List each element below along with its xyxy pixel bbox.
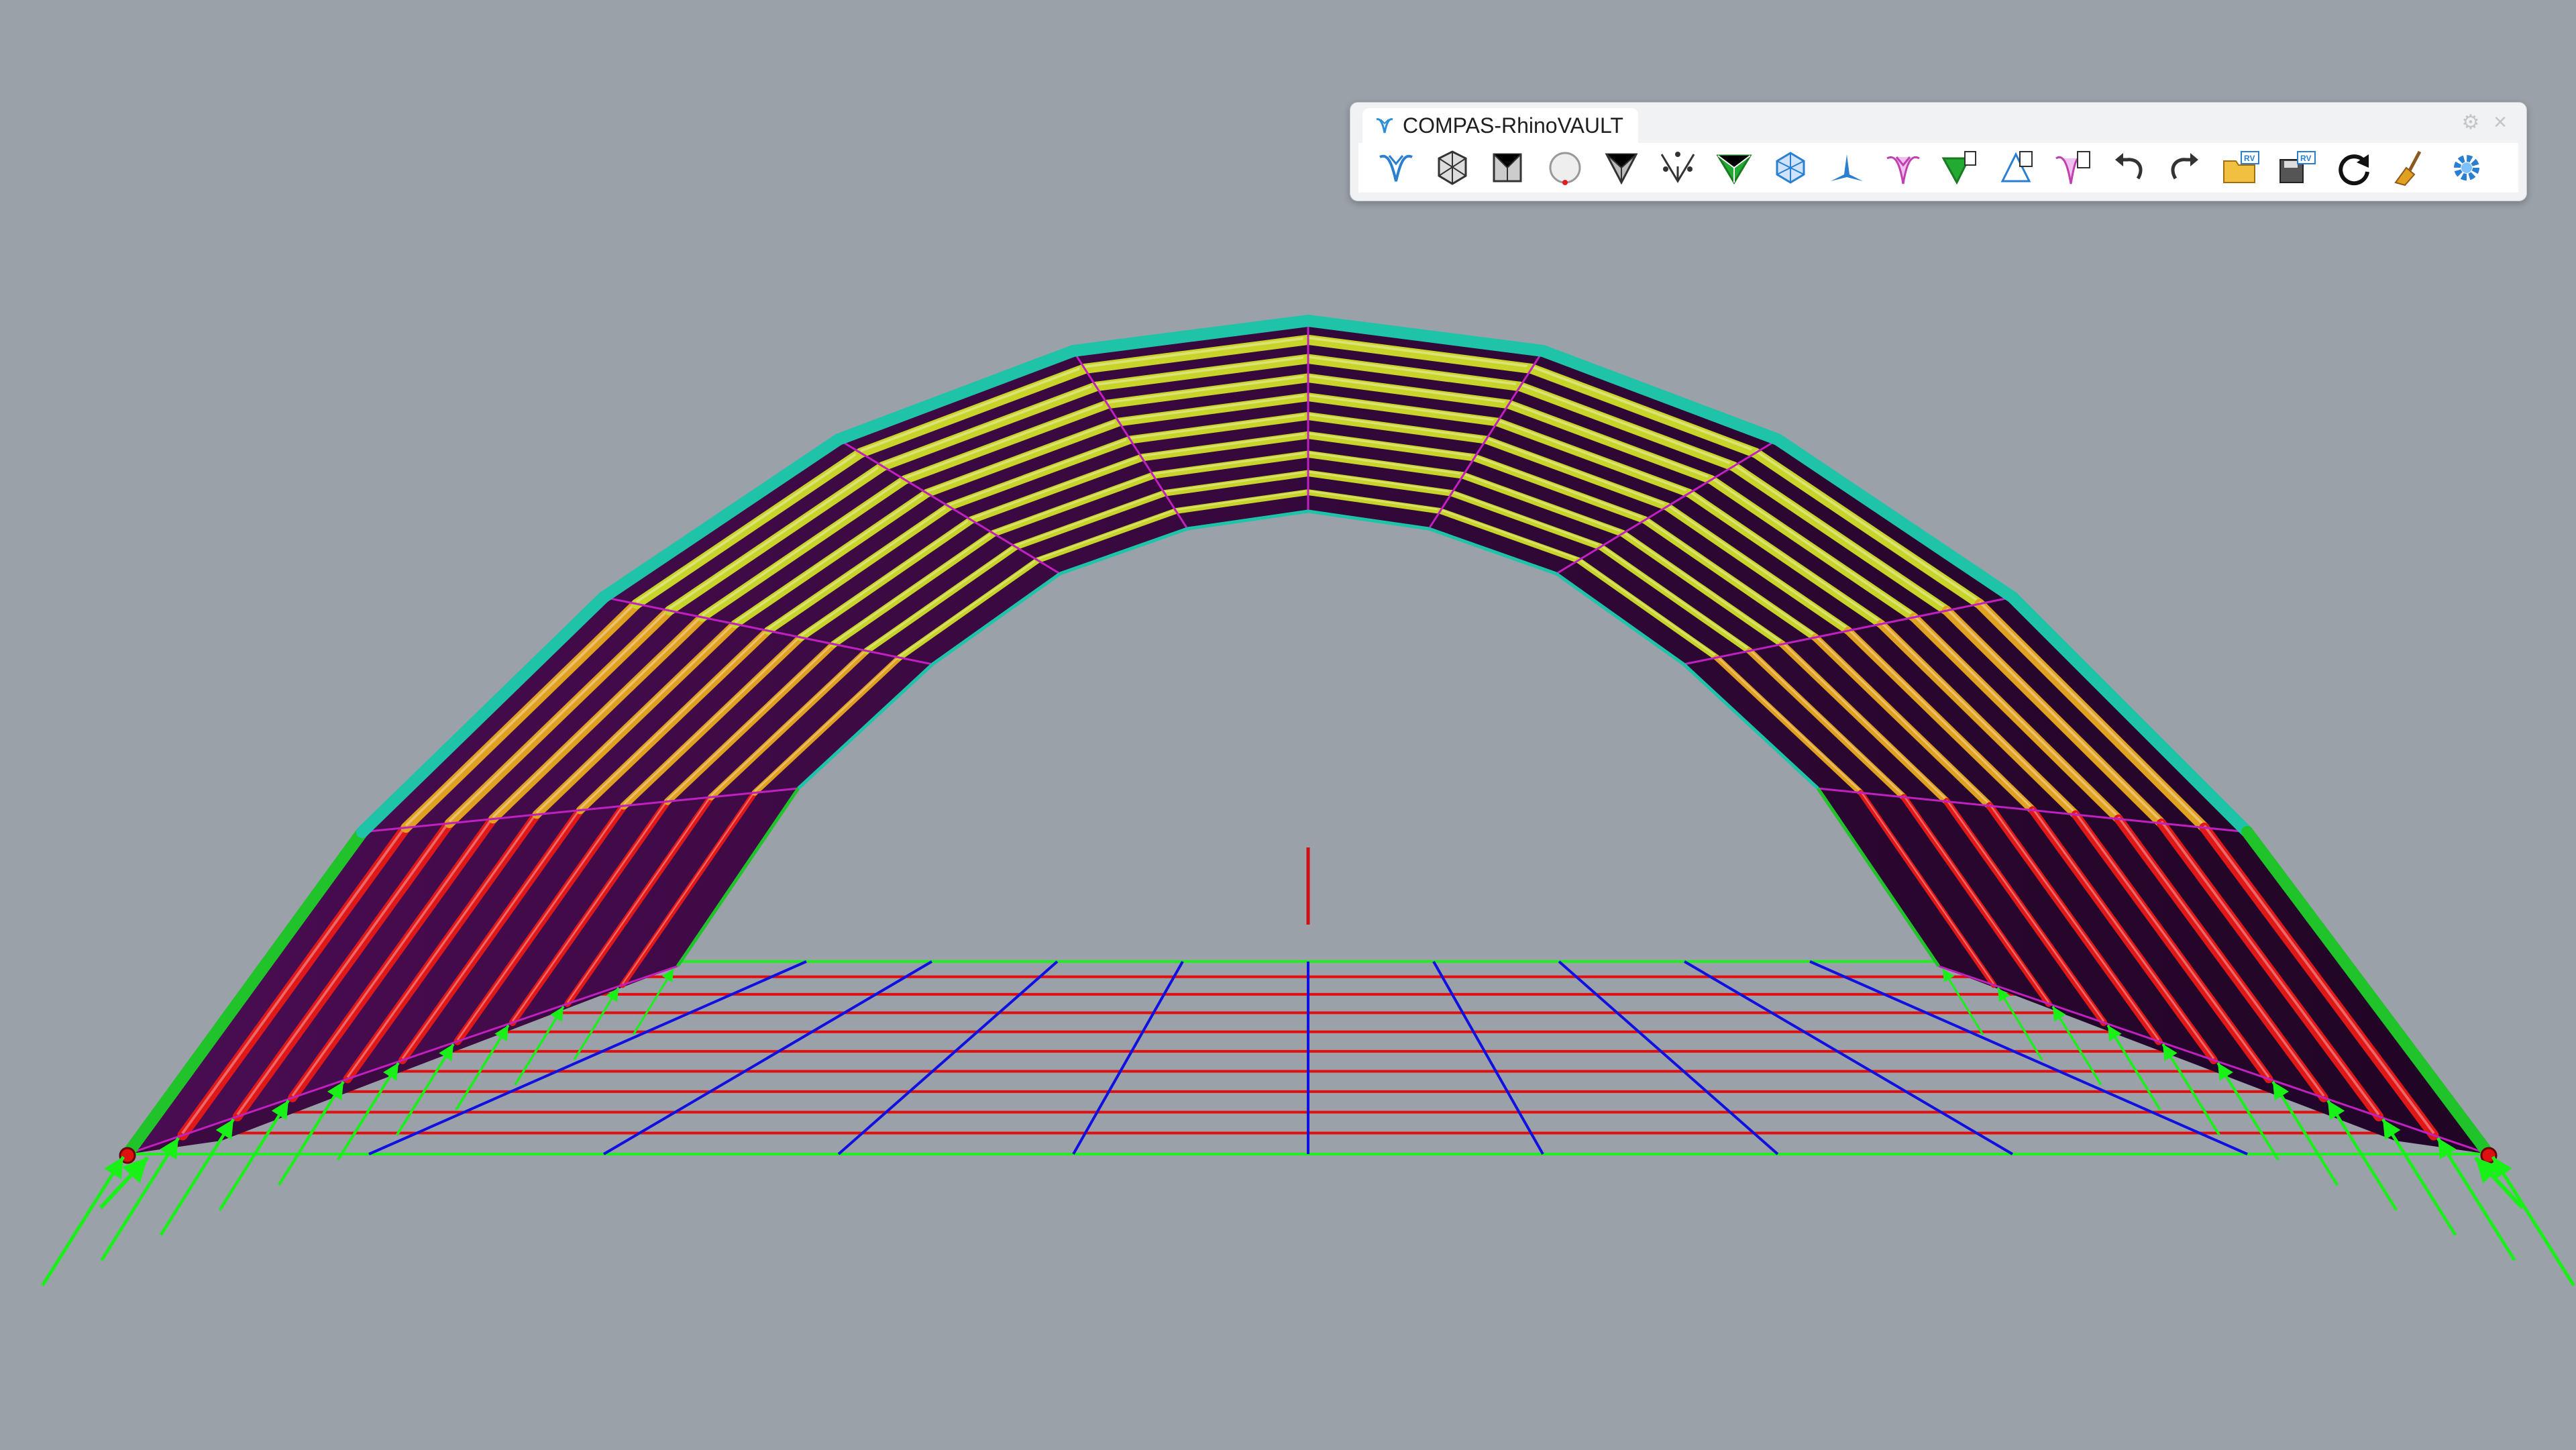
force-icon — [1605, 153, 1638, 185]
rhinovault-logo-icon — [1379, 154, 1413, 182]
rhinovault-toolbar: COMPAS-RhinoVAULT ⚙ × RV RV — [1350, 102, 2527, 201]
grid-line-y — [602, 960, 933, 1155]
close-icon[interactable]: × — [2489, 109, 2512, 135]
settings-gear-icon — [2454, 155, 2479, 180]
reaction-arrow — [2491, 1155, 2575, 1286]
gear-icon[interactable]: ⚙ — [2459, 111, 2482, 134]
broom-icon — [2394, 150, 2422, 187]
horizontal-equilibrium-icon — [1660, 152, 1695, 183]
undo-icon — [2115, 153, 2143, 180]
thrust-network-icon — [1776, 152, 1805, 184]
rhinovault-logo-icon — [1376, 118, 1393, 134]
modify-thrust-icon — [2000, 151, 2033, 183]
grid-line-y — [1072, 961, 1184, 1155]
open-rv-button[interactable]: RV — [2213, 144, 2269, 191]
pattern-icon — [1438, 150, 1467, 185]
grid-line-y — [837, 960, 1059, 1155]
force-button[interactable] — [1593, 144, 1650, 191]
save-rv-button[interactable]: RV — [2269, 144, 2326, 191]
modify-diagram-icon — [2055, 151, 2090, 185]
toolbar-tab[interactable]: COMPAS-RhinoVAULT — [1362, 108, 1638, 143]
settings-button[interactable] — [2438, 144, 2495, 191]
toolbar-button-strip: RV RV — [1358, 143, 2518, 193]
modify-pattern-icon — [1831, 154, 1863, 181]
form-button[interactable] — [1537, 144, 1593, 191]
modify-diagram-button[interactable] — [2044, 144, 2100, 191]
form-icon — [1549, 152, 1581, 185]
undo-button[interactable] — [2100, 144, 2157, 191]
thrust-button[interactable] — [1762, 144, 1819, 191]
grid-line-y — [1683, 960, 2014, 1155]
modify-thrust-button[interactable] — [1988, 144, 2044, 191]
reaction-arrow — [41, 1155, 125, 1286]
redo-icon — [2171, 153, 2198, 180]
reload-button[interactable] — [2326, 144, 2382, 191]
grid-line-y — [1558, 960, 1779, 1155]
reaction-arrow — [2436, 1137, 2516, 1261]
boundaries-button[interactable] — [1481, 144, 1537, 191]
svg-text:RV: RV — [2300, 154, 2311, 163]
save-file-icon: RV — [2279, 151, 2316, 183]
modify-force-icon — [1941, 151, 1976, 185]
grid-line-y — [1432, 961, 1544, 1155]
vertical-equilibrium-icon — [1716, 154, 1752, 185]
modify-force-button[interactable] — [1931, 144, 1988, 191]
tna-vertical-button[interactable] — [1706, 144, 1762, 191]
modify-form-button[interactable] — [1875, 144, 1931, 191]
redo-button[interactable] — [2157, 144, 2213, 191]
toolbar-title: COMPAS-RhinoVAULT — [1403, 113, 1623, 138]
open-file-icon: RV — [2223, 151, 2259, 183]
rv-init-button[interactable] — [1368, 144, 1424, 191]
pattern-button[interactable] — [1424, 144, 1481, 191]
reaction-arrow — [100, 1137, 180, 1261]
rhino-viewport[interactable] — [0, 0, 2576, 1450]
vault-3d-scene — [41, 315, 2575, 1286]
modify-pattern-button[interactable] — [1819, 144, 1875, 191]
tna-horizontal-button[interactable] — [1650, 144, 1706, 191]
clear-button[interactable] — [2382, 144, 2438, 191]
refresh-icon — [2339, 154, 2369, 186]
boundaries-icon — [1493, 153, 1522, 183]
svg-text:RV: RV — [2244, 154, 2255, 163]
modify-form-icon — [1886, 156, 1920, 185]
